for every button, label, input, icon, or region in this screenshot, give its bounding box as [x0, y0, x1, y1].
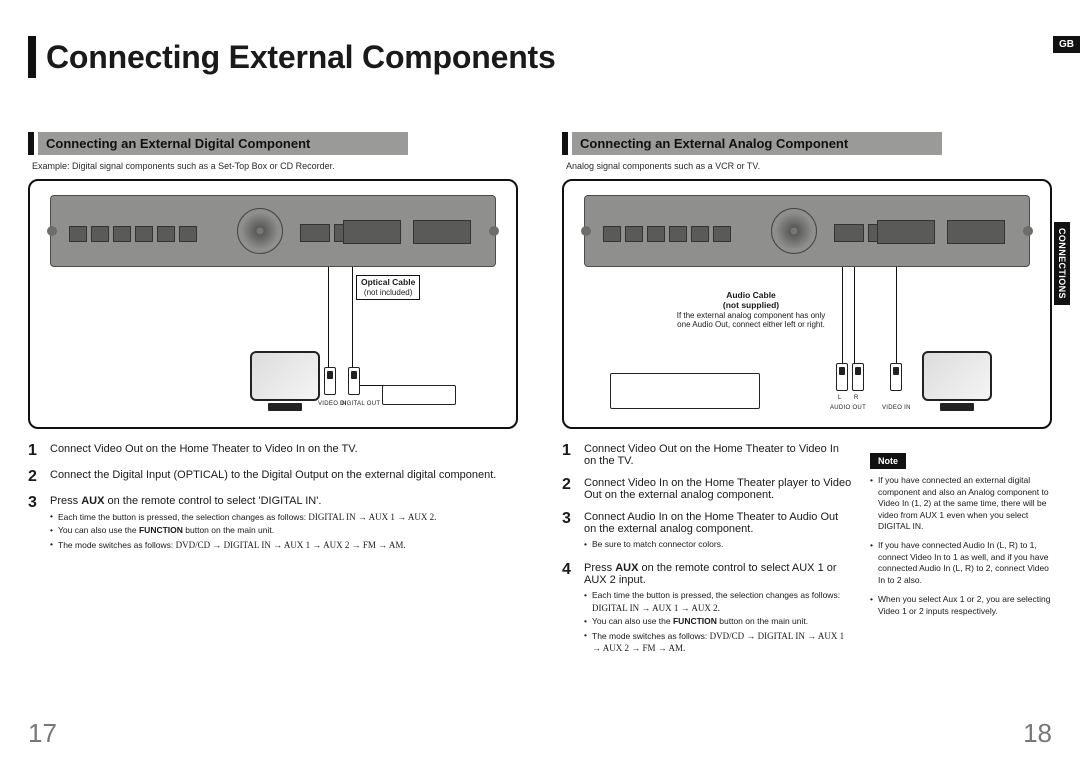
- steps-digital: 1 Connect Video Out on the Home Theater …: [28, 443, 518, 553]
- scart-port: [947, 220, 1005, 244]
- section-heading-analog: Connecting an External Analog Component: [562, 132, 1052, 155]
- step-item: 4 Press AUX on the remote control to sel…: [562, 562, 852, 656]
- page-title-bar: Connecting External Components: [28, 36, 1052, 78]
- fan-icon: [771, 208, 817, 254]
- step-item: 3 Connect Audio In on the Home Theater t…: [562, 511, 852, 552]
- step-text: Press AUX on the remote control to selec…: [584, 562, 852, 656]
- note-label: Note: [870, 453, 906, 469]
- step-number: 3: [562, 511, 576, 552]
- page-number-right: 18: [1023, 718, 1052, 749]
- step-number: 1: [28, 443, 42, 459]
- step-number: 3: [28, 495, 42, 553]
- diagram-digital: Optical Cable (not included) VIDEO IN DI…: [28, 179, 518, 429]
- step-item: 1 Connect Video Out on the Home Theater …: [562, 443, 852, 467]
- note-box: Note If you have connected an external d…: [870, 453, 1052, 625]
- step-item: 1 Connect Video Out on the Home Theater …: [28, 443, 518, 459]
- step-text: Connect Audio In on the Home Theater to …: [584, 511, 852, 552]
- step-text: Press AUX on the remote control to selec…: [50, 495, 436, 553]
- plug-label: DIGITAL OUT: [340, 401, 380, 407]
- step-number: 2: [562, 477, 576, 501]
- section-subtext: Example: Digital signal components such …: [32, 161, 518, 171]
- step-text: Connect the Digital Input (OPTICAL) to t…: [50, 469, 496, 485]
- plug-label-l: L: [838, 395, 842, 401]
- step-item: 2 Connect the Digital Input (OPTICAL) to…: [28, 469, 518, 485]
- section-title: Connecting an External Analog Component: [572, 132, 942, 155]
- section-subtext: Analog signal components such as a VCR o…: [566, 161, 1052, 171]
- fan-icon: [237, 208, 283, 254]
- scart-port: [877, 220, 935, 244]
- settop-box-icon: [382, 385, 456, 405]
- left-column: Connecting an External Digital Component…: [28, 132, 518, 667]
- heading-accent: [28, 132, 34, 155]
- callout-body: If the external analog component has onl…: [672, 311, 830, 329]
- plug-icon: [852, 363, 864, 391]
- diagram-analog: Audio Cable (not supplied) If the extern…: [562, 179, 1052, 429]
- step-number: 1: [562, 443, 576, 467]
- steps-analog: 1 Connect Video Out on the Home Theater …: [562, 443, 852, 657]
- section-tab-connections: CONNECTIONS: [1054, 222, 1070, 305]
- plug-label-r: R: [854, 395, 859, 401]
- rear-panel: [584, 195, 1030, 267]
- title-accent: [28, 36, 36, 78]
- step-text: Connect Video Out on the Home Theater to…: [584, 443, 852, 467]
- step-item: 3 Press AUX on the remote control to sel…: [28, 495, 518, 553]
- plug-icon: [324, 367, 336, 395]
- callout-sub: (not supplied): [672, 301, 830, 311]
- note-item: When you select Aux 1 or 2, you are sele…: [870, 594, 1052, 617]
- rear-panel: [50, 195, 496, 267]
- step-item: 2 Connect Video In on the Home Theater p…: [562, 477, 852, 501]
- section-heading-digital: Connecting an External Digital Component: [28, 132, 518, 155]
- tv-icon: [922, 351, 992, 411]
- callout-title: Optical Cable: [361, 278, 415, 288]
- plug-icon: [890, 363, 902, 391]
- plug-icon: [836, 363, 848, 391]
- vcr-icon: [610, 373, 760, 409]
- plug-icon: [348, 367, 360, 395]
- note-item: If you have connected an external digita…: [870, 475, 1052, 532]
- plug-label-video: VIDEO IN: [882, 405, 911, 411]
- right-column: Connecting an External Analog Component …: [562, 132, 1052, 667]
- step-text: Connect Video Out on the Home Theater to…: [50, 443, 358, 459]
- note-item: If you have connected Audio In (L, R) to…: [870, 540, 1052, 586]
- step-number: 4: [562, 562, 576, 656]
- page-number-left: 17: [28, 718, 57, 749]
- tv-icon: [250, 351, 320, 411]
- heading-accent: [562, 132, 568, 155]
- step-text: Connect Video In on the Home Theater pla…: [584, 477, 852, 501]
- callout-sub: (not included): [361, 288, 415, 297]
- section-title: Connecting an External Digital Component: [38, 132, 408, 155]
- language-flag: GB: [1053, 36, 1080, 53]
- plug-label-audio: AUDIO OUT: [830, 405, 866, 411]
- scart-port: [413, 220, 471, 244]
- scart-port: [343, 220, 401, 244]
- page-title: Connecting External Components: [46, 39, 556, 76]
- step-number: 2: [28, 469, 42, 485]
